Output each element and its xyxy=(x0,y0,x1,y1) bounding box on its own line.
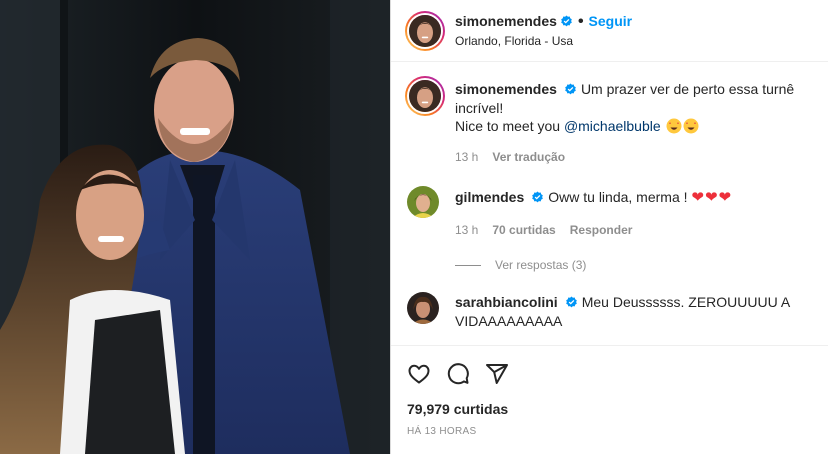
post-details-panel: simonemendes • Seguir Orlando, Florida - U… xyxy=(390,0,828,454)
separator-dot: • xyxy=(577,13,584,30)
comment-item: sarahbiancolini Meu Deussssss. ZEROUUUUU … xyxy=(391,282,828,345)
commenter-avatar[interactable] xyxy=(407,292,439,324)
replies-divider xyxy=(455,265,481,267)
share-paper-plane-icon[interactable] xyxy=(485,362,509,386)
comment-likes[interactable]: 70 curtidas xyxy=(492,223,555,237)
commenter-avatar[interactable] xyxy=(405,76,445,116)
comment-text-block: gilmendes Oww tu linda, merma ! ❤❤❤ xyxy=(455,188,819,207)
post-timestamp[interactable]: HÁ 13 HORAS xyxy=(407,426,476,437)
commenter-avatar[interactable] xyxy=(407,186,439,218)
view-replies-label: Ver respostas (3) xyxy=(495,258,587,272)
author-avatar-image xyxy=(409,15,441,47)
comment-username[interactable]: simonemendes xyxy=(455,81,557,97)
comment-username[interactable]: gilmendes xyxy=(455,189,524,205)
post-photo-illustration xyxy=(0,0,390,454)
likes-count[interactable]: 79,979 curtidas xyxy=(407,401,508,417)
post-actions: 79,979 curtidas HÁ 13 HORAS xyxy=(391,345,828,454)
comment-text-line2: Nice to meet you @michaelbuble xyxy=(455,117,819,136)
red-heart-emoji-icon: ❤❤❤ xyxy=(691,189,733,206)
comment-text-block: sarahbiancolini Meu Deussssss. ZEROUUUUU … xyxy=(455,293,795,331)
comment-time: 13 h xyxy=(455,223,479,237)
star-struck-emoji-icon xyxy=(683,118,699,134)
comment-meta: 13 h Ver tradução xyxy=(455,150,579,164)
commenter-avatar-image xyxy=(407,186,439,218)
header-user-line: simonemendes • Seguir xyxy=(455,13,632,31)
comment-text-block: simonemendes Um prazer ver de perto essa … xyxy=(455,80,819,118)
post-header: simonemendes • Seguir Orlando, Florida - U… xyxy=(391,0,828,62)
commenter-avatar-image xyxy=(409,80,441,112)
verified-badge-icon xyxy=(565,296,578,309)
follow-button[interactable]: Seguir xyxy=(589,13,633,29)
comment-bubble-icon[interactable] xyxy=(446,362,470,386)
verified-badge-icon xyxy=(560,15,573,28)
like-heart-icon[interactable] xyxy=(407,362,431,386)
commenter-avatar-image xyxy=(407,292,439,324)
comment-meta: 13 h 70 curtidas Responder xyxy=(455,223,646,237)
star-struck-emoji-icon xyxy=(666,118,682,134)
mention-link[interactable]: @michaelbuble xyxy=(564,118,661,134)
comment-item: simonemendes Um prazer ver de perto essa … xyxy=(391,62,828,172)
view-replies-button[interactable]: Ver respostas (3) xyxy=(455,258,586,272)
post-location[interactable]: Orlando, Florida - Usa xyxy=(455,34,573,48)
post-photo[interactable] xyxy=(0,0,390,454)
comment-body-line2: Nice to meet you xyxy=(455,118,564,134)
comment-username[interactable]: sarahbiancolini xyxy=(455,294,558,310)
author-avatar[interactable] xyxy=(405,11,445,51)
comment-body: Oww tu linda, merma ! xyxy=(548,189,692,205)
verified-badge-icon xyxy=(564,83,577,96)
verified-badge-icon xyxy=(531,191,544,204)
comment-time: 13 h xyxy=(455,150,479,164)
author-username[interactable]: simonemendes xyxy=(455,13,557,29)
translate-button[interactable]: Ver tradução xyxy=(492,150,565,164)
reply-button[interactable]: Responder xyxy=(570,223,633,237)
